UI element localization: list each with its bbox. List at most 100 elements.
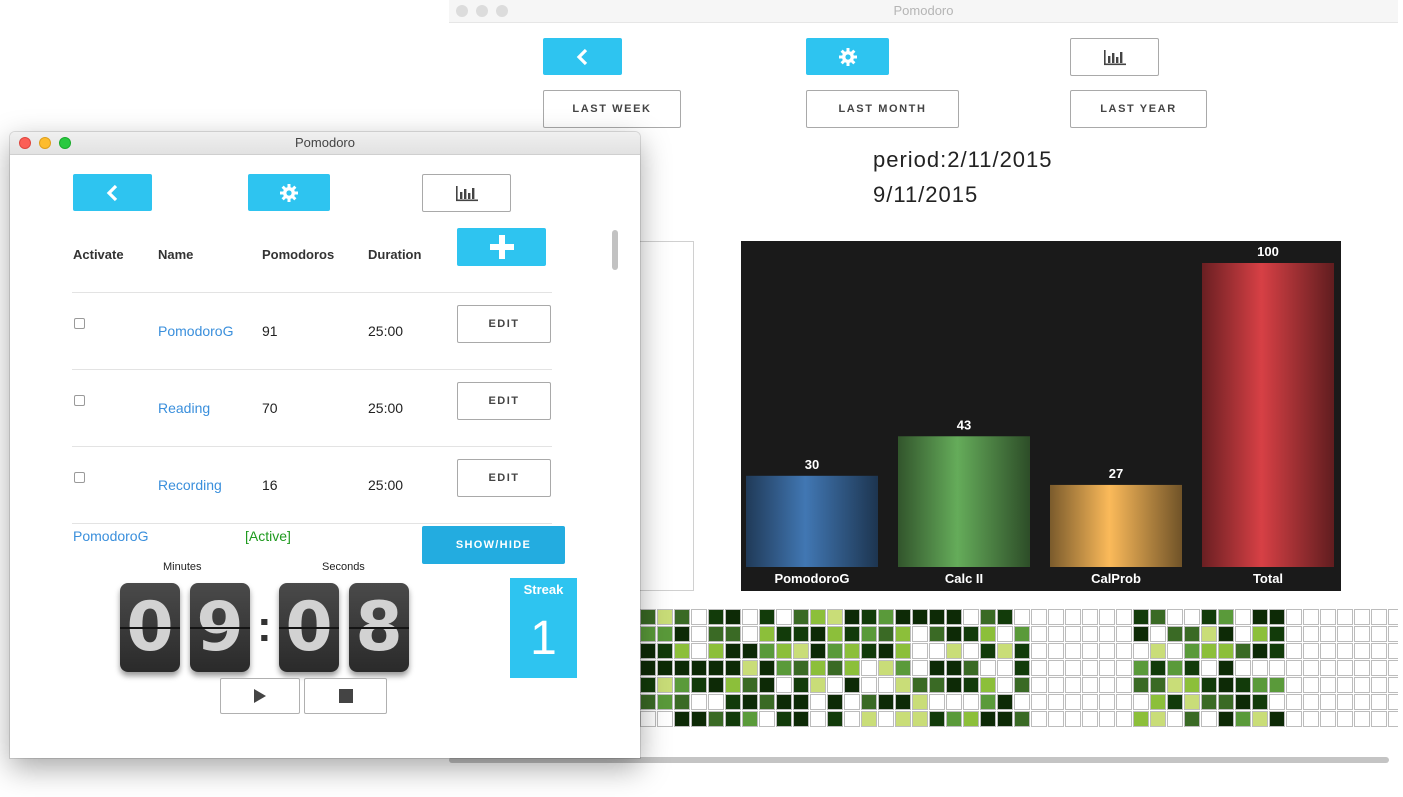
heatmap-cell — [776, 609, 792, 625]
task-name-link[interactable]: Recording — [158, 477, 222, 493]
heatmap-cell — [1388, 609, 1398, 625]
heatmap-cell — [1031, 643, 1047, 659]
heatmap-cell — [1388, 626, 1398, 642]
heatmap-cell — [844, 660, 860, 676]
task-name-link[interactable]: PomodoroG — [158, 323, 233, 339]
heatmap-cell — [1116, 711, 1132, 727]
heatmap-cell — [1320, 677, 1336, 693]
heatmap-cell — [657, 677, 673, 693]
activate-checkbox[interactable] — [74, 472, 85, 483]
heatmap-cell — [1031, 694, 1047, 710]
heatmap-cell — [1133, 677, 1149, 693]
heatmap-cell — [1269, 643, 1285, 659]
heatmap-cell — [1048, 677, 1064, 693]
heatmap-cell — [725, 660, 741, 676]
close-window-icon[interactable] — [19, 137, 31, 149]
edit-button[interactable]: EDIT — [457, 459, 551, 497]
last-week-button[interactable]: LAST WEEK — [543, 90, 681, 128]
heatmap-cell — [1252, 660, 1268, 676]
statistics-button[interactable] — [1070, 38, 1159, 76]
minimize-window-icon[interactable] — [39, 137, 51, 149]
heatmap-cell — [997, 609, 1013, 625]
heatmap-cell — [1286, 626, 1302, 642]
play-button[interactable] — [220, 678, 300, 714]
heatmap-cell — [759, 609, 775, 625]
heatmap-cell — [1116, 677, 1132, 693]
activate-checkbox[interactable] — [74, 395, 85, 406]
chevron-left-icon — [106, 184, 117, 201]
heatmap-cell — [963, 643, 979, 659]
heatmap-cell — [810, 677, 826, 693]
category-label: CalProb — [1091, 571, 1141, 586]
heatmap-cell — [725, 643, 741, 659]
heatmap-cell — [1150, 609, 1166, 625]
heatmap-cell — [1201, 694, 1217, 710]
zoom-window-icon[interactable] — [59, 137, 71, 149]
bar-value-label: 100 — [1257, 244, 1279, 259]
bar-value-label: 43 — [957, 417, 971, 432]
task-name-link[interactable]: Reading — [158, 400, 210, 416]
back-button[interactable] — [73, 174, 152, 211]
heatmap-cell — [793, 660, 809, 676]
heatmap-cell — [1218, 609, 1234, 625]
back-button[interactable] — [543, 38, 622, 75]
seconds-tens-digit: 0 — [279, 583, 339, 672]
heatmap-cell — [1099, 660, 1115, 676]
heatmap-cell — [963, 677, 979, 693]
close-window-icon[interactable] — [456, 5, 468, 17]
heatmap-cell — [1320, 694, 1336, 710]
heatmap-cell — [1354, 660, 1370, 676]
heatmap-cell — [827, 711, 843, 727]
heatmap-cell — [1099, 694, 1115, 710]
heatmap-cell — [1014, 677, 1030, 693]
heatmap-cell — [1337, 694, 1353, 710]
heatmap-cell — [895, 643, 911, 659]
heatmap-cell — [776, 677, 792, 693]
plus-icon — [489, 235, 514, 259]
heatmap-cell — [1354, 609, 1370, 625]
bar-chart-icon — [1103, 50, 1126, 66]
add-task-button[interactable] — [457, 228, 546, 266]
settings-button[interactable] — [248, 174, 330, 211]
heatmap-cell — [742, 609, 758, 625]
heatmap-cell — [1099, 643, 1115, 659]
stop-button[interactable] — [304, 678, 387, 714]
vertical-scrollbar-thumb[interactable] — [612, 230, 618, 270]
streak-value: 1 — [530, 612, 557, 665]
heatmap-cell — [1235, 626, 1251, 642]
window-title: Pomodoro — [893, 3, 954, 18]
last-year-button[interactable]: LAST YEAR — [1070, 90, 1207, 128]
heatmap-cell — [1269, 694, 1285, 710]
row-divider — [72, 369, 552, 370]
heatmap-cell — [674, 677, 690, 693]
edit-button[interactable]: EDIT — [457, 382, 551, 420]
vertical-scrollbar-track[interactable] — [608, 227, 622, 527]
heatmap-cell — [1065, 694, 1081, 710]
minimize-window-icon[interactable] — [476, 5, 488, 17]
heatmap-cell — [640, 660, 656, 676]
activity-heatmap — [640, 609, 1398, 732]
activate-checkbox[interactable] — [74, 318, 85, 329]
heatmap-cell — [674, 626, 690, 642]
statistics-button[interactable] — [422, 174, 511, 212]
heatmap-cell — [1337, 660, 1353, 676]
heatmap-cell — [878, 643, 894, 659]
heatmap-cell — [1116, 643, 1132, 659]
zoom-window-icon[interactable] — [496, 5, 508, 17]
heatmap-cell — [742, 626, 758, 642]
heatmap-cell — [691, 677, 707, 693]
heatmap-cell — [708, 626, 724, 642]
last-month-button[interactable]: LAST MONTH — [806, 90, 959, 128]
show-hide-button[interactable]: SHOW/HIDE — [422, 526, 565, 564]
period-end: 9/11/2015 — [873, 182, 979, 207]
heatmap-cell — [1150, 626, 1166, 642]
heatmap-cell — [1201, 609, 1217, 625]
edit-button[interactable]: EDIT — [457, 305, 551, 343]
heatmap-cell — [1235, 694, 1251, 710]
heatmap-cell — [1201, 660, 1217, 676]
heatmap-cell — [827, 660, 843, 676]
title-bar: Pomodoro — [10, 132, 640, 155]
heatmap-cell — [640, 626, 656, 642]
heatmap-cell — [1184, 677, 1200, 693]
settings-button[interactable] — [806, 38, 889, 75]
